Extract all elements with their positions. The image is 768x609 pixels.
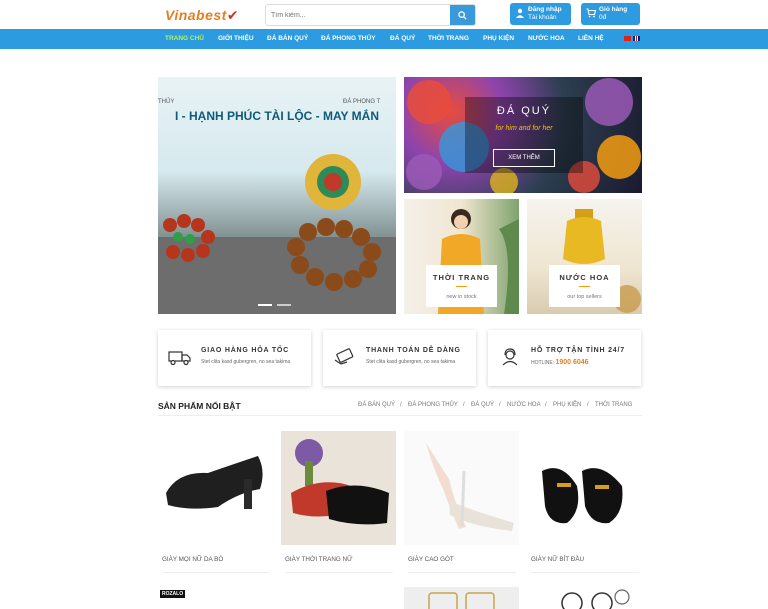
hotline-text: HOTLINE: 1900 6046 (531, 359, 589, 366)
featured-divider (158, 415, 642, 416)
featured-tab[interactable]: ĐÁ QUÝ (471, 402, 494, 408)
shoe-image (166, 456, 263, 509)
slider-dot-2[interactable] (277, 304, 291, 306)
hero-banner-text: I - HẠNH PHÚC TÀI LỘC - MAY MẮN (175, 109, 379, 123)
search-icon (458, 10, 467, 20)
flag-vn-icon[interactable] (624, 36, 631, 41)
user-icon (516, 8, 524, 18)
tab-separator: / (587, 402, 589, 408)
product-divider (531, 572, 639, 573)
search-input[interactable] (266, 5, 452, 25)
search-button[interactable] (450, 5, 475, 25)
nav-item-fashion[interactable]: Thời trang (428, 35, 469, 42)
fashion-label-box: THỜI TRANG new in stock (426, 265, 497, 307)
cart-label: Giỏ hàng (599, 6, 628, 13)
shoe-image (426, 443, 514, 531)
featured-tab[interactable]: THỜI TRANG (595, 402, 632, 408)
service-easy-payment: THANH TOÁN DỄ DÀNG Stet clita kasd guber… (323, 330, 476, 386)
nav-item-fengshui[interactable]: Đá phong thủy (321, 35, 376, 42)
product-image[interactable] (527, 587, 642, 609)
tab-separator: / (400, 402, 402, 408)
gem-title: ĐÁ QUÝ (496, 105, 552, 117)
main-nav: Trang chủ Giới thiệu Đá bán quý Đá phong… (0, 29, 768, 49)
service-fast-delivery: GIAO HÀNG HỎA TỐC Stet clita kasd guberg… (158, 330, 311, 386)
service-support: HỖ TRỢ TẬN TÌNH 24/7 HOTLINE: 1900 6046 (488, 330, 641, 386)
logo-check-icon: ✔ (226, 7, 240, 23)
bracelet-image (158, 154, 396, 314)
product-image[interactable] (527, 431, 642, 545)
product-name[interactable]: GIÀY MỌI NỮ DA BÒ (162, 556, 223, 563)
perfume-category-card[interactable]: NƯỚC HOA our top sellers (527, 199, 642, 314)
tab-separator: / (499, 402, 501, 408)
fashion-category-card[interactable]: THỜI TRANG new in stock (404, 199, 519, 314)
cart-total: 0đ (599, 14, 607, 21)
perfume-title: NƯỚC HOA (559, 273, 610, 282)
featured-tab[interactable]: ĐÁ PHONG THỦY (408, 402, 458, 408)
nav-item-contact[interactable]: Liên hệ (578, 35, 604, 42)
perfume-divider (579, 286, 590, 287)
account-label: Tài khoản (528, 14, 557, 21)
perfume-label-box: NƯỚC HOA our top sellers (549, 265, 620, 307)
hotline-number[interactable]: 1900 6046 (555, 359, 588, 366)
service-desc: Stet clita kasd gubergren, no sea takima (201, 359, 291, 365)
shoe-image (291, 439, 389, 525)
featured-tab[interactable]: NƯỚC HOA (507, 402, 541, 408)
service-title: GIAO HÀNG HỎA TỐC (201, 347, 290, 354)
service-title: HỖ TRỢ TẬN TÌNH 24/7 (531, 347, 625, 354)
site-logo[interactable]: Vinabest✔ (165, 7, 239, 25)
slider-dot-1[interactable] (258, 304, 272, 306)
gem-view-more-button[interactable]: XEM THÊM (493, 149, 555, 167)
hero-tag-right: ĐÁ PHONG T (343, 99, 381, 105)
login-button[interactable]: Đăng nhập Tài khoản (510, 3, 571, 25)
hotline-label: HOTLINE: (531, 360, 555, 366)
nav-item-perfume[interactable]: Nước hoa (528, 35, 565, 42)
product-image[interactable] (404, 587, 519, 609)
hero-slider[interactable]: THỦY ĐÁ PHONG T I - HẠNH PHÚC TÀI LỘC - … (158, 77, 396, 314)
product-name[interactable]: GIÀY NỮ BÍT ĐẦU (531, 556, 584, 563)
service-title: THANH TOÁN DỄ DÀNG (366, 347, 461, 354)
fashion-subtitle: new in stock (446, 294, 477, 300)
nav-item-accessories[interactable]: Phụ kiện (483, 35, 514, 42)
product-name[interactable]: GIÀY CAO GÓT (408, 556, 454, 563)
perfume-subtitle: our top sellers (567, 294, 602, 300)
product-divider (408, 572, 516, 573)
nav-item-about[interactable]: Giới thiệu (218, 35, 254, 42)
product-image[interactable] (404, 431, 519, 545)
support-icon (502, 348, 518, 366)
nav-item-home[interactable]: Trang chủ (165, 35, 204, 42)
card-payment-icon (334, 348, 354, 365)
fashion-title: THỜI TRANG (432, 273, 491, 282)
zalo-badge[interactable]: ROZALO (160, 590, 186, 598)
service-desc: Stet clita kasd gubergren, no sea takima (366, 359, 456, 365)
tab-separator: / (463, 402, 465, 408)
gem-subtitle: for him and for her (495, 125, 553, 132)
search-box (265, 4, 476, 26)
glasses-image (428, 592, 495, 609)
product-image[interactable] (281, 431, 396, 545)
fashion-divider (456, 286, 467, 287)
nav-item-semi-precious[interactable]: Đá bán quý (267, 35, 308, 42)
hero-tag-left: THỦY (158, 99, 175, 105)
product-divider (162, 572, 270, 573)
product-image[interactable] (158, 431, 273, 545)
shoe-image (542, 468, 623, 524)
nav-item-gems[interactable]: Đá quý (390, 35, 415, 42)
cart-icon (586, 8, 596, 18)
logo-text: Vinabest (165, 7, 227, 23)
cart-button[interactable]: Giỏ hàng 0đ (581, 3, 640, 25)
product-name[interactable]: GIÀY THỜI TRANG NỮ (285, 556, 352, 563)
tab-separator: / (545, 402, 547, 408)
truck-icon (168, 351, 191, 366)
featured-title: SẢN PHẨM NỔI BẬT (158, 401, 241, 411)
gem-banner-overlay: ĐÁ QUÝ for him and for her XEM THÊM (465, 97, 583, 173)
featured-tab[interactable]: PHỤ KIỆN (553, 402, 581, 408)
product-divider (285, 572, 393, 573)
flag-en-icon[interactable] (633, 36, 640, 41)
featured-tab[interactable]: ĐÁ BÁN QUÝ (358, 402, 395, 408)
login-label: Đăng nhập (528, 6, 562, 13)
glasses-image (561, 589, 630, 609)
